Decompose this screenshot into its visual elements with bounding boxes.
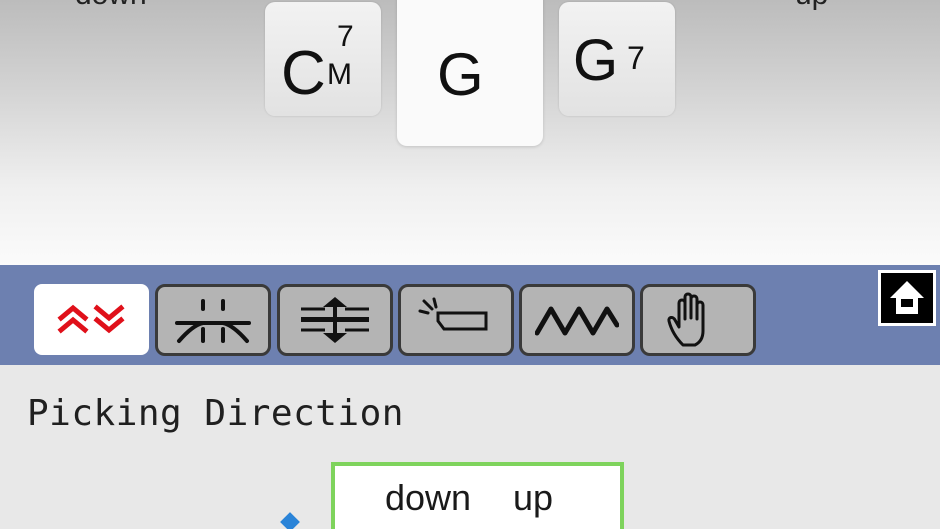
chord-quality: M: [327, 58, 352, 91]
chord-card-current[interactable]: G: [397, 0, 543, 146]
home-button[interactable]: [878, 270, 936, 326]
picking-direction-selector[interactable]: down up: [331, 462, 624, 529]
chord-card-previous[interactable]: C 7 M: [265, 2, 381, 116]
chord-root: G: [437, 41, 484, 108]
tool-vertical-expand-button[interactable]: [277, 284, 393, 356]
chord-display: down up C 7 M G G 7: [0, 0, 940, 265]
chord-root: C: [281, 39, 326, 108]
pointer-arrow-icon: [280, 512, 300, 529]
vertical-expand-icon: [301, 297, 369, 343]
chord-root: G: [573, 28, 619, 93]
tool-vibrato-button[interactable]: [519, 284, 635, 356]
direction-label-up: up: [795, 0, 828, 12]
bridge-icon: [175, 299, 251, 343]
tool-picking-direction-button[interactable]: [34, 284, 149, 355]
home-icon: [890, 281, 924, 314]
tool-bridge-button[interactable]: [155, 284, 271, 356]
tool-hand-button[interactable]: [640, 284, 756, 356]
tool-slide-button[interactable]: [398, 284, 514, 356]
chord-extension: 7: [337, 20, 354, 53]
slide-icon: [418, 297, 488, 331]
section-title: Picking Direction: [27, 393, 404, 434]
picking-direction-icon: [56, 303, 125, 334]
chord-card-next[interactable]: G 7: [559, 2, 675, 116]
direction-option-down[interactable]: down: [385, 480, 471, 516]
technique-toolbar: [0, 265, 940, 365]
direction-label-down: down: [75, 0, 147, 12]
direction-option-up[interactable]: up: [513, 480, 553, 516]
wave-vibrato-icon: [535, 306, 619, 336]
chord-extension: 7: [627, 40, 645, 76]
hand-icon: [667, 292, 705, 347]
